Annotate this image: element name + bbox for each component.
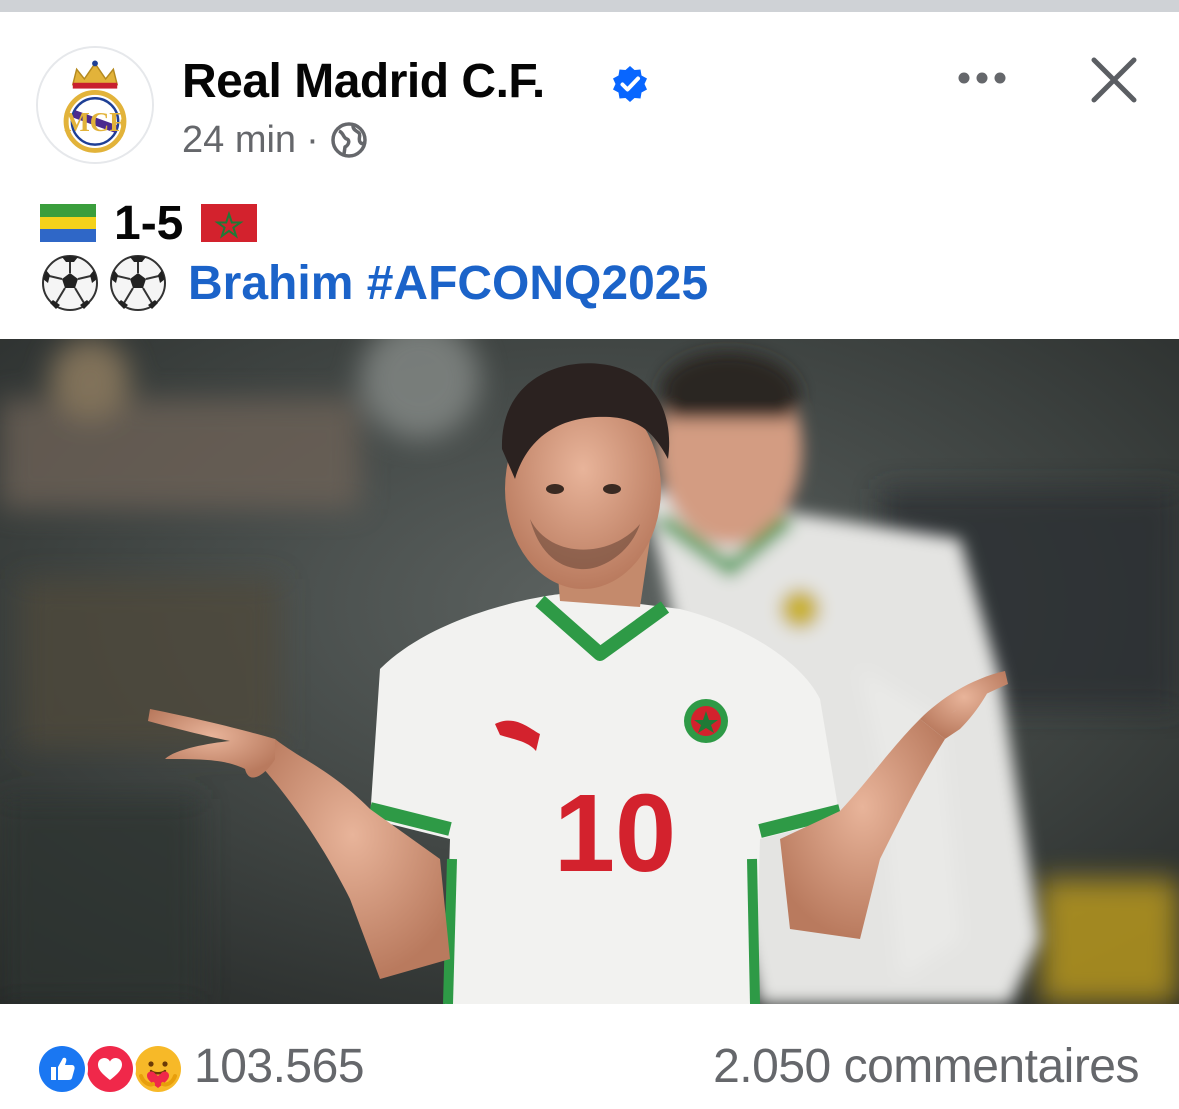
meta-separator: · (306, 118, 319, 161)
morocco-flag-icon (201, 204, 258, 242)
soccer-ball-icon (110, 255, 166, 311)
svg-text:MCF: MCF (64, 107, 126, 137)
reaction-icons (36, 1041, 186, 1095)
close-icon (1091, 57, 1137, 103)
post-photo[interactable]: 10 (0, 339, 1179, 1004)
post-hashtag-line: Brahim #AFCONQ2025 (40, 252, 708, 314)
reactions-summary[interactable]: 103.565 (36, 1038, 365, 1095)
close-post-button[interactable] (1080, 50, 1148, 110)
verified-badge-icon (613, 66, 647, 102)
like-icon (36, 1043, 88, 1095)
care-icon (132, 1043, 184, 1095)
page-name[interactable]: Real Madrid C.F. (182, 52, 545, 112)
player-photo: 10 (0, 339, 1179, 1004)
comments-count-link[interactable]: 2.050 commentaires (713, 1038, 1139, 1094)
page-avatar[interactable]: MCF (36, 46, 154, 164)
hashtag-link[interactable]: Brahim #AFCONQ2025 (188, 256, 708, 311)
post-score-line: 1-5 (40, 195, 258, 251)
jersey-number: 10 (554, 772, 676, 895)
match-score: 1-5 (114, 196, 184, 250)
globe-icon[interactable] (329, 120, 369, 160)
gabon-flag-icon (40, 204, 96, 242)
love-icon (84, 1043, 136, 1095)
top-divider (0, 0, 1179, 12)
reaction-count: 103.565 (194, 1039, 365, 1093)
post-timestamp[interactable]: 24 min (182, 119, 296, 162)
more-options-button[interactable] (950, 58, 1014, 98)
post-meta: 24 min · (182, 116, 369, 164)
more-options-icon (958, 72, 1006, 84)
soccer-ball-icon (42, 255, 98, 311)
real-madrid-crest-icon: MCF (38, 48, 152, 162)
